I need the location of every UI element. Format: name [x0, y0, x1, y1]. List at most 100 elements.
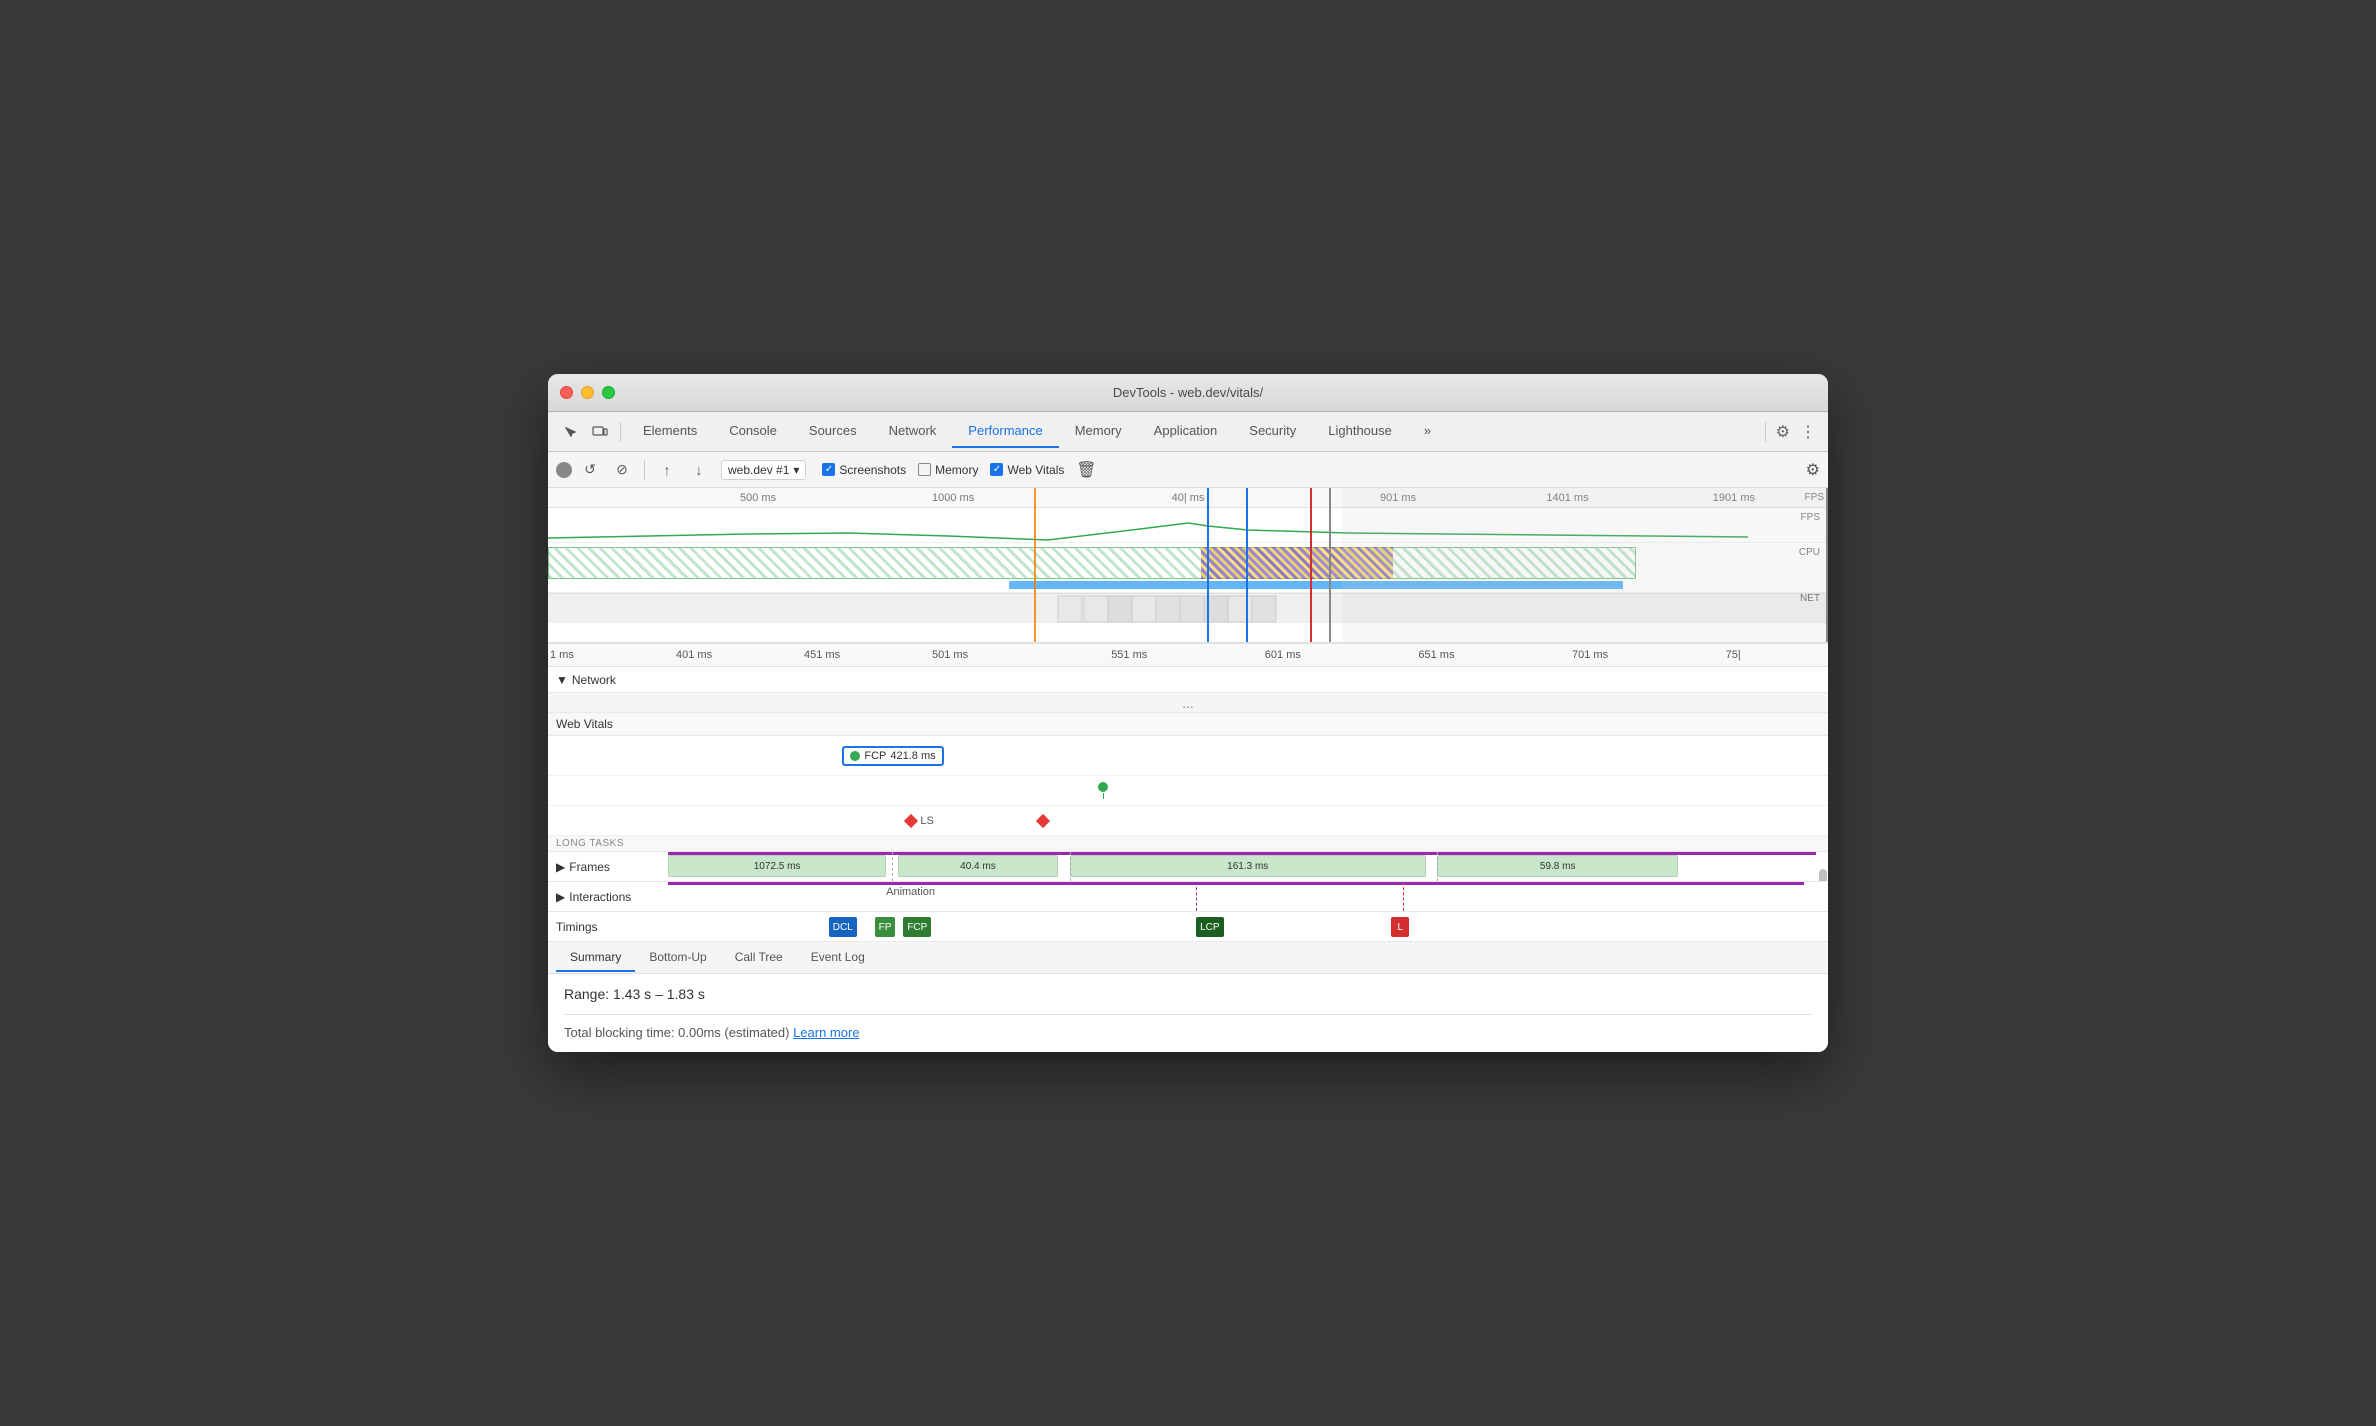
separator-summary — [564, 1014, 1812, 1015]
interactions-dashed-line — [1196, 882, 1197, 911]
window-title: DevTools - web.dev/vitals/ — [1113, 385, 1263, 400]
long-tasks-header: LONG TASKS — [548, 836, 1828, 852]
interactions-purple-bar — [668, 882, 1804, 911]
tab-eventlog[interactable]: Event Log — [797, 944, 879, 972]
selection-left-edge — [1329, 488, 1331, 642]
fcp-row: FCP 421.8 ms — [548, 736, 1828, 776]
tab-performance[interactable]: Performance — [952, 415, 1058, 448]
fcp-value: 421.8 ms — [890, 750, 935, 762]
upload-button[interactable]: ↑ — [653, 456, 681, 484]
timings-label: Timings — [548, 920, 668, 934]
tab-security[interactable]: Security — [1233, 415, 1312, 448]
marker-blue-1 — [1207, 488, 1209, 642]
dashed-line-3 — [1437, 852, 1438, 881]
fcp-badge[interactable]: FCP 421.8 ms — [842, 746, 943, 766]
fcp-label: FCP — [864, 750, 886, 762]
reload-button[interactable]: ↺ — [576, 456, 604, 484]
tab-memory[interactable]: Memory — [1059, 415, 1138, 448]
fp-badge: FP — [875, 917, 896, 937]
frame-block-1: 1072.5 ms — [668, 855, 886, 877]
summary-area: Range: 1.43 s – 1.83 s Total blocking ti… — [548, 974, 1828, 1052]
frames-track: 1072.5 ms 40.4 ms 161.3 ms 59.8 ms — [668, 852, 1816, 881]
webvitals-label: Web Vitals — [1007, 463, 1064, 477]
network-label: Network — [572, 673, 616, 687]
fcp-dot — [850, 751, 860, 761]
scrollbar-thumb[interactable] — [1819, 869, 1827, 883]
download-button[interactable]: ↓ — [685, 456, 713, 484]
bottom-tabs: Summary Bottom-Up Call Tree Event Log — [548, 942, 1828, 974]
traffic-lights — [560, 386, 615, 399]
marker-orange — [1034, 488, 1036, 642]
frame-block-2: 40.4 ms — [898, 855, 1059, 877]
stop-button[interactable]: ⊘ — [608, 456, 636, 484]
session-selector[interactable]: web.dev #1 ▾ — [721, 460, 806, 480]
record-button[interactable] — [556, 462, 572, 478]
tab-application[interactable]: Application — [1138, 415, 1234, 448]
range-display: Range: 1.43 s – 1.83 s — [564, 986, 1812, 1002]
tab-network[interactable]: Network — [873, 415, 953, 448]
timings-row: Timings DCL FP FCP LCP L — [548, 912, 1828, 942]
titlebar: DevTools - web.dev/vitals/ — [548, 374, 1828, 412]
device-toggle-icon[interactable] — [586, 418, 614, 446]
clear-button[interactable]: 🗑 — [1072, 456, 1100, 484]
performance-toolbar: ↺ ⊘ ↑ ↓ web.dev #1 ▾ ✓ Screenshots Memor… — [548, 452, 1828, 488]
settings-gear-icon[interactable]: ⚙ — [1772, 418, 1794, 446]
marker-blue-2 — [1246, 488, 1248, 642]
tab-summary[interactable]: Summary — [556, 944, 635, 972]
memory-checkbox-box[interactable] — [918, 463, 931, 476]
webvitals-checkbox-box[interactable]: ✓ — [990, 463, 1003, 476]
frames-toggle-icon: ▶ — [556, 860, 565, 874]
vitals-rows: FCP 421.8 ms LS — [548, 736, 1828, 836]
tab-bottomup[interactable]: Bottom-Up — [635, 944, 720, 972]
more-options-icon[interactable]: ⋮ — [1796, 418, 1820, 446]
interactions-track: Animation — [668, 882, 1816, 911]
tab-sources[interactable]: Sources — [793, 415, 873, 448]
more-tabs-button[interactable]: » — [1408, 415, 1447, 448]
maximize-button[interactable] — [602, 386, 615, 399]
memory-label: Memory — [935, 463, 978, 477]
tab-calltree[interactable]: Call Tree — [721, 944, 797, 972]
dashed-line-2 — [1070, 852, 1071, 881]
selection-region — [1342, 488, 1828, 642]
ls-diamond-1 — [904, 813, 918, 827]
tab-console[interactable]: Console — [713, 415, 793, 448]
screenshots-checkbox-box[interactable]: ✓ — [822, 463, 835, 476]
tab-lighthouse[interactable]: Lighthouse — [1312, 415, 1408, 448]
timeline-overview: 500 ms 1000 ms 40| ms 901 ms 1401 ms 190… — [548, 488, 1828, 643]
frames-label[interactable]: ▶ Frames — [548, 860, 668, 874]
ls-text: LS — [920, 815, 933, 827]
marker-red — [1310, 488, 1312, 642]
net-label: NET — [1800, 593, 1820, 604]
memory-checkbox[interactable]: Memory — [918, 463, 978, 477]
close-button[interactable] — [560, 386, 573, 399]
screenshots-label: Screenshots — [839, 463, 906, 477]
network-toggle-icon: ▼ — [556, 673, 568, 687]
cursor-icon[interactable] — [556, 418, 584, 446]
learn-more-link[interactable]: Learn more — [793, 1025, 859, 1040]
ls-row: LS — [548, 806, 1828, 836]
network-section[interactable]: ▼ Network — [548, 667, 1828, 693]
session-label: web.dev #1 — [728, 463, 789, 477]
chevron-down-icon: ▾ — [793, 463, 799, 477]
frame-block-4: 59.8 ms — [1437, 855, 1678, 877]
l-badge: L — [1391, 917, 1409, 937]
nav-tabs: Elements Console Sources Network Perform… — [627, 415, 1759, 448]
range-value: 1.43 s – 1.83 s — [613, 986, 705, 1002]
interactions-label[interactable]: ▶ Interactions — [548, 890, 668, 904]
blocking-time-text: Total blocking time: 0.00ms (estimated) … — [564, 1025, 1812, 1040]
green-indicator — [1098, 782, 1108, 799]
minimize-button[interactable] — [581, 386, 594, 399]
capture-settings-icon[interactable]: ⚙ — [1806, 460, 1820, 480]
interactions-toggle-icon: ▶ — [556, 890, 565, 904]
dcl-badge: DCL — [829, 917, 857, 937]
timeline-ruler-bottom: 1 ms 401 ms 451 ms 501 ms 551 ms 601 ms … — [548, 643, 1828, 667]
fcp-timing-badge: FCP — [903, 917, 931, 937]
sep-toolbar2 — [644, 460, 645, 480]
screenshots-checkbox[interactable]: ✓ Screenshots — [822, 463, 906, 477]
more-dots-row: ... — [548, 693, 1828, 713]
tab-elements[interactable]: Elements — [627, 415, 713, 448]
webvitals-checkbox[interactable]: ✓ Web Vitals — [990, 463, 1064, 477]
interactions-red-dashed — [1403, 882, 1404, 911]
checkbox-group: ✓ Screenshots Memory ✓ Web Vitals — [822, 463, 1064, 477]
web-vitals-header: Web Vitals — [548, 713, 1828, 736]
